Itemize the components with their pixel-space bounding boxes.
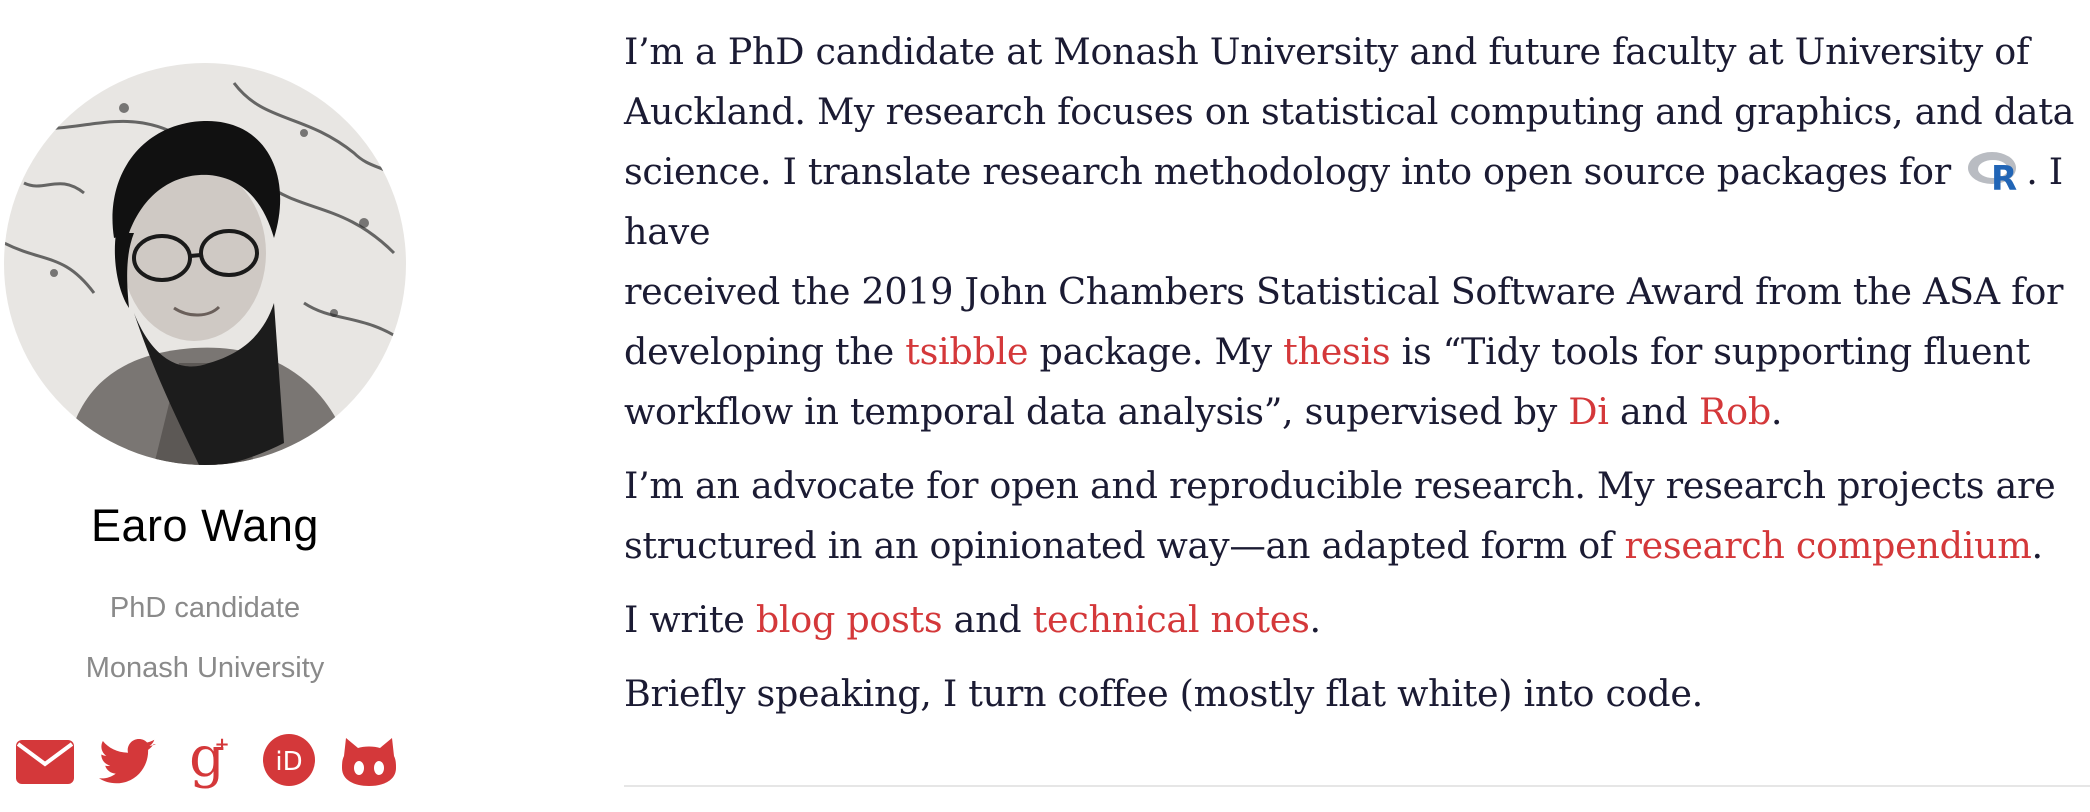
profile-role: PhD candidate <box>109 592 301 624</box>
bio-line: I’m an advocate for open and reproducibl… <box>624 464 2056 507</box>
bio-text: . <box>2031 524 2044 567</box>
bio-text: package. My <box>1028 330 1284 373</box>
thesis-link[interactable]: thesis <box>1283 330 1390 373</box>
svg-text:+: + <box>214 734 229 755</box>
twitter-icon <box>99 739 156 784</box>
svg-text:R: R <box>1991 159 2017 192</box>
bio-paragraph-writing: I write blog posts and technical notes. <box>624 590 2084 650</box>
bio-paragraph-advocacy: I’m an advocate for open and reproducibl… <box>624 456 2084 576</box>
bio-line: I write blog posts and technical notes. <box>624 590 2084 650</box>
twitter-link[interactable] <box>98 730 160 790</box>
github-link[interactable] <box>338 730 400 790</box>
google-scholar-link[interactable]: g + <box>176 730 238 790</box>
bio-text: I write <box>624 598 756 641</box>
bio-line: Auckland. My research focuses on statist… <box>624 90 2075 133</box>
svg-text:iD: iD <box>275 747 302 777</box>
bio-text: . <box>1770 390 1783 433</box>
orcid-link[interactable]: iD <box>258 730 320 790</box>
bio-text: . <box>1309 598 1322 641</box>
profile-organization: Monash University <box>85 652 325 684</box>
avatar-photo <box>4 63 406 465</box>
research-compendium-link[interactable]: research compendium <box>1624 524 2031 567</box>
bio-line: received the 2019 John Chambers Statisti… <box>624 270 2064 313</box>
technical-notes-link[interactable]: technical notes <box>1033 598 1310 641</box>
tsibble-link[interactable]: tsibble <box>905 330 1028 373</box>
bio-line: science. I translate research methodolog… <box>624 142 2084 262</box>
section-divider <box>624 785 2090 787</box>
avatar <box>4 63 406 465</box>
bio-text: science. I translate research methodolog… <box>624 150 1963 193</box>
r-logo-icon: R <box>1968 152 2018 192</box>
social-links: g + iD <box>14 730 414 790</box>
bio-text: and <box>942 598 1033 641</box>
bio-paragraph-intro: I’m a PhD candidate at Monash University… <box>624 22 2084 442</box>
bio-text: is “Tidy tools for supporting fluent <box>1390 330 2031 373</box>
bio-text: workflow in temporal data analysis”, sup… <box>624 390 1569 433</box>
email-link[interactable] <box>14 730 76 790</box>
orcid-icon: iD <box>263 734 315 786</box>
profile-name: Earo Wang <box>91 500 319 551</box>
envelope-icon <box>16 740 74 784</box>
bio-section: I’m a PhD candidate at Monash University… <box>624 22 2084 724</box>
github-icon <box>342 738 396 786</box>
bio-line: structured in an opinionated way—an adap… <box>624 516 2084 576</box>
bio-line: developing the tsibble package. My thesi… <box>624 322 2084 382</box>
bio-text: structured in an opinionated way—an adap… <box>624 524 1625 567</box>
supervisor-rob-link[interactable]: Rob <box>1699 390 1771 433</box>
bio-text: developing the <box>624 330 906 373</box>
blog-posts-link[interactable]: blog posts <box>756 598 943 641</box>
profile-sidebar: Earo Wang PhD candidate Monash Universit… <box>0 0 410 812</box>
google-scholar-icon: g + <box>189 730 229 790</box>
bio-line: Briefly speaking, I turn coffee (mostly … <box>624 672 1703 715</box>
bio-line: I’m a PhD candidate at Monash University… <box>624 30 2030 73</box>
supervisor-di-link[interactable]: Di <box>1568 390 1609 433</box>
bio-line: workflow in temporal data analysis”, sup… <box>624 382 2084 442</box>
bio-text: and <box>1608 390 1699 433</box>
bio-paragraph-coffee: Briefly speaking, I turn coffee (mostly … <box>624 664 2084 724</box>
